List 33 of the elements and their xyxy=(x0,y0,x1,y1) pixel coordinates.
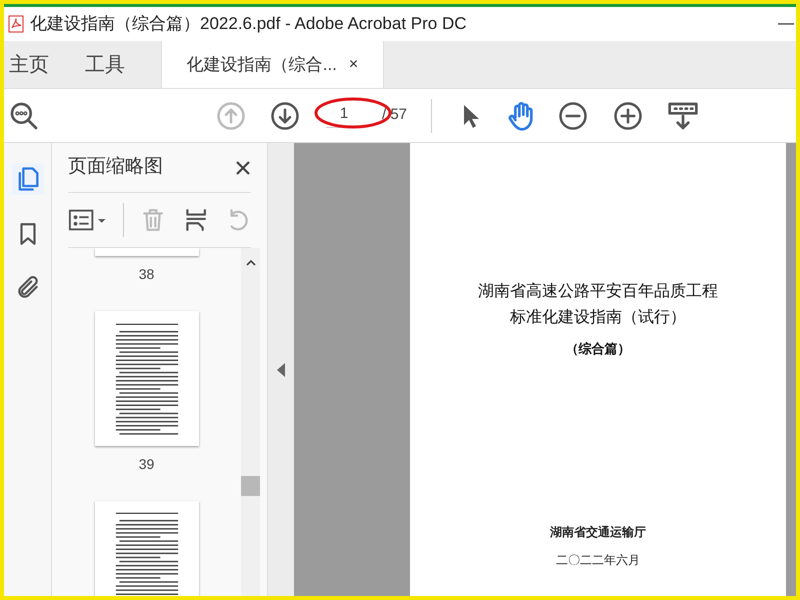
close-icon[interactable] xyxy=(235,160,251,176)
sidebar-tab[interactable] xyxy=(12,163,44,195)
date-text: 二〇二二年六月 xyxy=(556,552,640,568)
scroll-up-icon[interactable] xyxy=(244,258,256,266)
nav-tab[interactable]: 主页 xyxy=(4,41,65,88)
document-title: 标准化建设指南（试行） xyxy=(510,308,686,328)
collapse-arrow-icon[interactable] xyxy=(277,362,285,376)
pdf-file-icon xyxy=(8,15,24,33)
page-thumbnail[interactable] xyxy=(94,501,198,596)
close-tab-button[interactable]: × xyxy=(348,52,358,76)
options-menu-icon[interactable] xyxy=(68,207,108,233)
scrollbar-thumb[interactable] xyxy=(241,476,260,496)
page-thumbnail[interactable] xyxy=(94,248,198,256)
page-total: / 57 xyxy=(382,105,408,126)
next-page-icon xyxy=(270,100,300,130)
page-number: 38 xyxy=(138,265,154,284)
search-icon xyxy=(8,100,40,132)
document-subtitle: （综合篇） xyxy=(566,340,630,358)
document-title: 湖南省高速公路平安百年品质工程 xyxy=(478,282,718,302)
nav-tab[interactable]: 工具 xyxy=(65,41,161,88)
page-number-field[interactable]: 1 xyxy=(326,102,362,128)
keyboard-download-icon[interactable] xyxy=(667,100,700,132)
document-tab[interactable]: 化建设指南（综合... × xyxy=(161,41,384,88)
panel-title: 页面缩略图 xyxy=(68,155,163,180)
minimize-button[interactable]: — xyxy=(778,12,794,36)
issuer-text: 湖南省交通运输厅 xyxy=(550,524,646,540)
arrow-pointer-icon[interactable] xyxy=(462,102,480,128)
page-number: 39 xyxy=(138,455,154,474)
window-title: 化建设指南（综合篇）2022.6.pdf - Adobe Acrobat Pro DC xyxy=(30,13,467,36)
page-thumbnail[interactable] xyxy=(94,311,198,446)
zoom-in-icon[interactable] xyxy=(613,100,644,130)
zoom-out-icon[interactable] xyxy=(558,100,588,130)
scrollbar[interactable] xyxy=(241,248,260,596)
